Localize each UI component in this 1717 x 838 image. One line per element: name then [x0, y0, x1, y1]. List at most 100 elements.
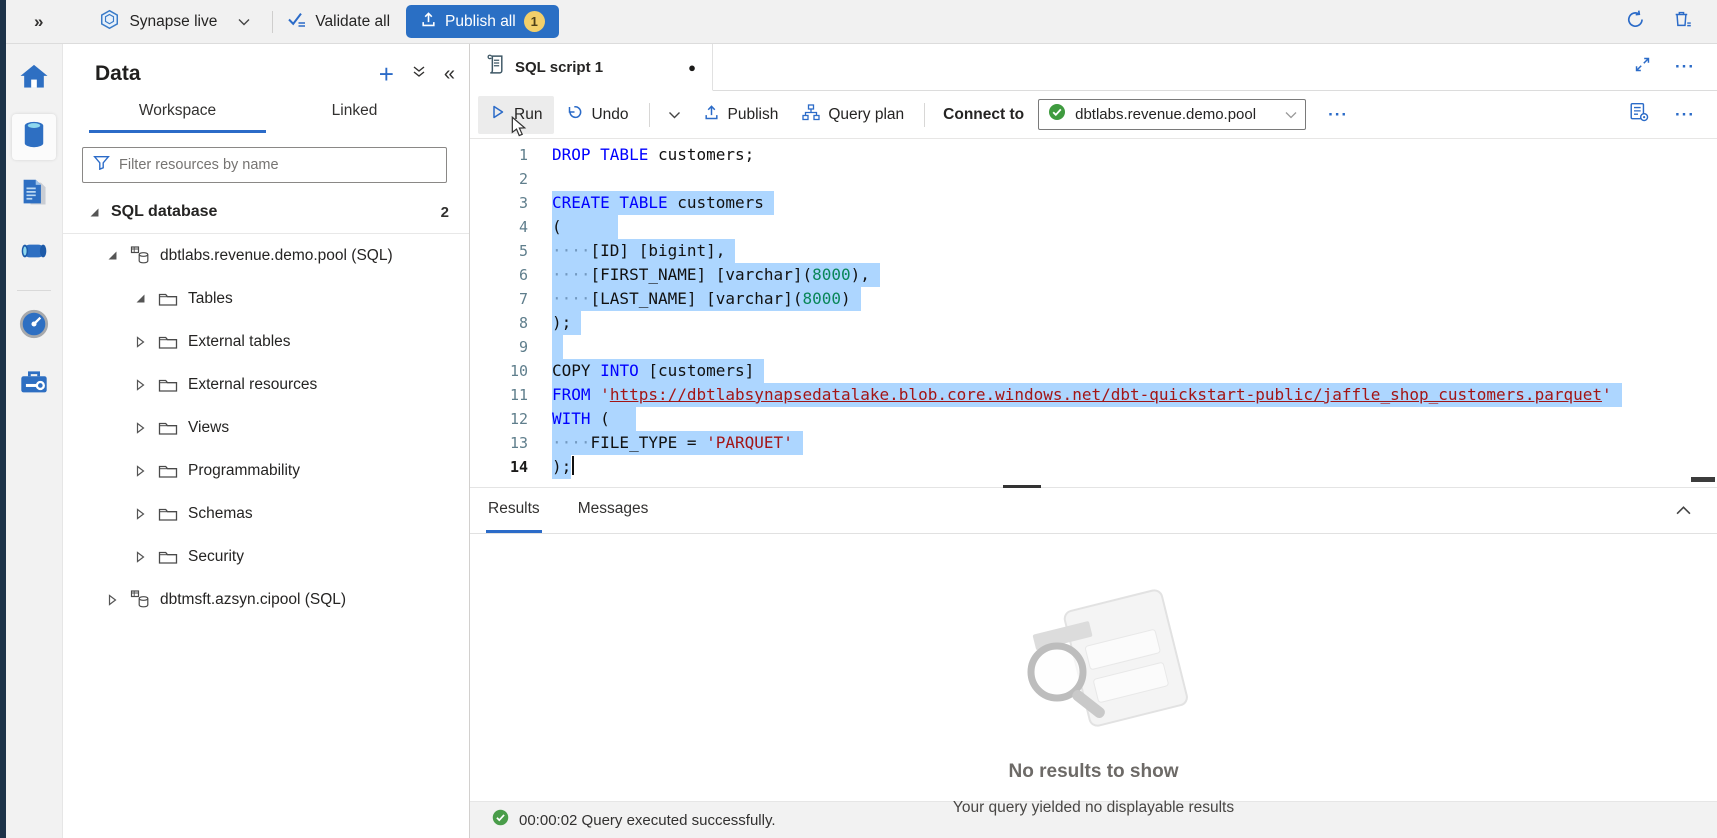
caret-expanded-icon[interactable] — [88, 207, 101, 218]
line-number: 9 — [470, 335, 528, 359]
code-line[interactable]: 3CREATE TABLE customers — [470, 191, 1717, 215]
toolbar-overflow-button[interactable]: ··· — [1675, 105, 1695, 125]
nav-manage[interactable] — [12, 361, 56, 407]
scrollbar-thumb[interactable] — [1691, 477, 1715, 482]
caret-collapsed-icon[interactable] — [134, 379, 147, 391]
publish-all-button[interactable]: Publish all 1 — [406, 5, 559, 38]
query-plan-icon — [802, 104, 820, 126]
caret-collapsed-icon[interactable] — [134, 422, 147, 434]
splitter-handle[interactable] — [1003, 485, 1041, 488]
toolbox-icon — [19, 368, 49, 401]
caret-expanded-icon[interactable] — [106, 250, 119, 261]
mouse-cursor — [509, 116, 528, 142]
undo-icon — [566, 104, 583, 125]
folder-icon — [157, 506, 179, 522]
sql-script-tab[interactable]: SQL script 1 ● — [470, 44, 713, 91]
tree-item-label: Programmability — [188, 462, 300, 480]
environment-label: Synapse live — [129, 13, 217, 31]
dropdown-chevron-icon — [1285, 106, 1297, 124]
tree-item-label: Security — [188, 548, 244, 566]
caret-expanded-icon[interactable] — [134, 293, 147, 304]
code-editor[interactable]: 1DROP TABLE customers;23CREATE TABLE cus… — [470, 139, 1717, 488]
line-number: 5 — [470, 239, 528, 263]
tree-item-schemas[interactable]: Schemas — [63, 492, 469, 535]
validate-all-button[interactable]: Validate all — [287, 11, 390, 33]
collapse-panel-button[interactable]: « — [444, 63, 455, 86]
environment-selector[interactable]: Synapse live — [99, 9, 250, 35]
pool-icon — [129, 589, 151, 610]
tree-item-views[interactable]: Views — [63, 406, 469, 449]
code-line[interactable]: 9 — [470, 335, 1717, 359]
tab-linked[interactable]: Linked — [266, 102, 443, 133]
caret-collapsed-icon[interactable] — [134, 508, 147, 520]
line-number: 4 — [470, 215, 528, 239]
nav-monitor[interactable] — [12, 303, 56, 349]
undo-button[interactable]: Undo — [554, 96, 640, 134]
code-line[interactable]: 6····[FIRST_NAME] [varchar](8000), — [470, 263, 1717, 287]
refresh-icon[interactable] — [1625, 9, 1646, 35]
tree-item-external-resources[interactable]: External resources — [63, 363, 469, 406]
discard-all-icon[interactable] — [1672, 9, 1693, 35]
code-line[interactable]: 5····[ID] [bigint], — [470, 239, 1717, 263]
left-nav-rail — [6, 44, 63, 838]
no-results-illustration — [470, 570, 1717, 745]
tab-title: SQL script 1 — [515, 59, 603, 76]
code-line[interactable]: 14); — [470, 455, 1717, 479]
script-properties-icon[interactable] — [1629, 102, 1649, 127]
collapse-results-icon[interactable] — [1676, 502, 1717, 520]
sql-script-icon — [486, 54, 505, 80]
nav-data[interactable] — [12, 114, 56, 160]
code-line[interactable]: 4( — [470, 215, 1717, 239]
code-line[interactable]: 13····FILE_TYPE = 'PARQUET' — [470, 431, 1717, 455]
caret-collapsed-icon[interactable] — [106, 594, 119, 606]
nav-develop[interactable] — [12, 172, 56, 218]
top-bar: » Synapse live Validate all Publish all … — [0, 0, 1717, 44]
query-plan-label: Query plan — [828, 106, 904, 124]
script-toolbar: Run Undo Publish — [470, 91, 1717, 139]
connect-to-label: Connect to — [943, 106, 1024, 124]
add-resource-button[interactable]: + — [379, 64, 394, 84]
tree-item-label: Tables — [188, 290, 233, 308]
caret-collapsed-icon[interactable] — [134, 551, 147, 563]
actions-chevron-icon[interactable] — [412, 65, 426, 84]
code-line[interactable]: 12WITH ( — [470, 407, 1717, 431]
tab-workspace[interactable]: Workspace — [89, 102, 266, 133]
code-line[interactable]: 7····[LAST_NAME] [varchar](8000) — [470, 287, 1717, 311]
query-plan-button[interactable]: Query plan — [790, 96, 916, 134]
tab-messages[interactable]: Messages — [576, 488, 651, 533]
expand-menu-icon[interactable]: » — [34, 12, 41, 32]
text-cursor — [572, 456, 574, 475]
toolbar-more-button[interactable]: ··· — [1328, 105, 1348, 125]
code-line[interactable]: 1DROP TABLE customers; — [470, 143, 1717, 167]
publish-button[interactable]: Publish — [691, 96, 791, 134]
tree-item-label: External tables — [188, 333, 291, 351]
pool-dropdown[interactable]: dbtlabs.revenue.demo.pool — [1038, 99, 1306, 130]
tree-item-dbtlabs-revenue-demo-pool-sql-[interactable]: dbtlabs.revenue.demo.pool (SQL) — [63, 234, 469, 277]
expand-editor-icon[interactable] — [1634, 56, 1651, 78]
folder-icon — [157, 420, 179, 436]
resource-tree: SQL database2dbtlabs.revenue.demo.pool (… — [63, 191, 469, 621]
tree-item-external-tables[interactable]: External tables — [63, 320, 469, 363]
caret-collapsed-icon[interactable] — [134, 336, 147, 348]
tab-more-button[interactable]: ··· — [1675, 57, 1695, 77]
code-line[interactable]: 2 — [470, 167, 1717, 191]
tree-item-sql-database[interactable]: SQL database2 — [63, 191, 469, 234]
filter-input[interactable] — [119, 157, 436, 173]
code-line[interactable]: 11FROM 'https://dbtlabsynapsedatalake.bl… — [470, 383, 1717, 407]
undo-split-chevron-icon[interactable] — [658, 106, 691, 124]
empty-results-title: No results to show — [470, 761, 1717, 783]
tree-item-programmability[interactable]: Programmability — [63, 449, 469, 492]
tab-results[interactable]: Results — [486, 488, 542, 533]
code-line[interactable]: 10COPY INTO [customers] — [470, 359, 1717, 383]
line-number: 1 — [470, 143, 528, 167]
tree-item-security[interactable]: Security — [63, 535, 469, 578]
tree-item-label: Views — [188, 419, 229, 437]
results-panel: Results Messages — [470, 488, 1717, 801]
nav-home[interactable] — [12, 56, 56, 102]
tree-item-tables[interactable]: Tables — [63, 277, 469, 320]
caret-collapsed-icon[interactable] — [134, 465, 147, 477]
document-tab-bar: SQL script 1 ● ··· — [470, 44, 1717, 91]
tree-item-dbtmsft-azsyn-cipool-sql-[interactable]: dbtmsft.azsyn.cipool (SQL) — [63, 578, 469, 621]
nav-integrate[interactable] — [12, 230, 56, 276]
code-line[interactable]: 8); — [470, 311, 1717, 335]
